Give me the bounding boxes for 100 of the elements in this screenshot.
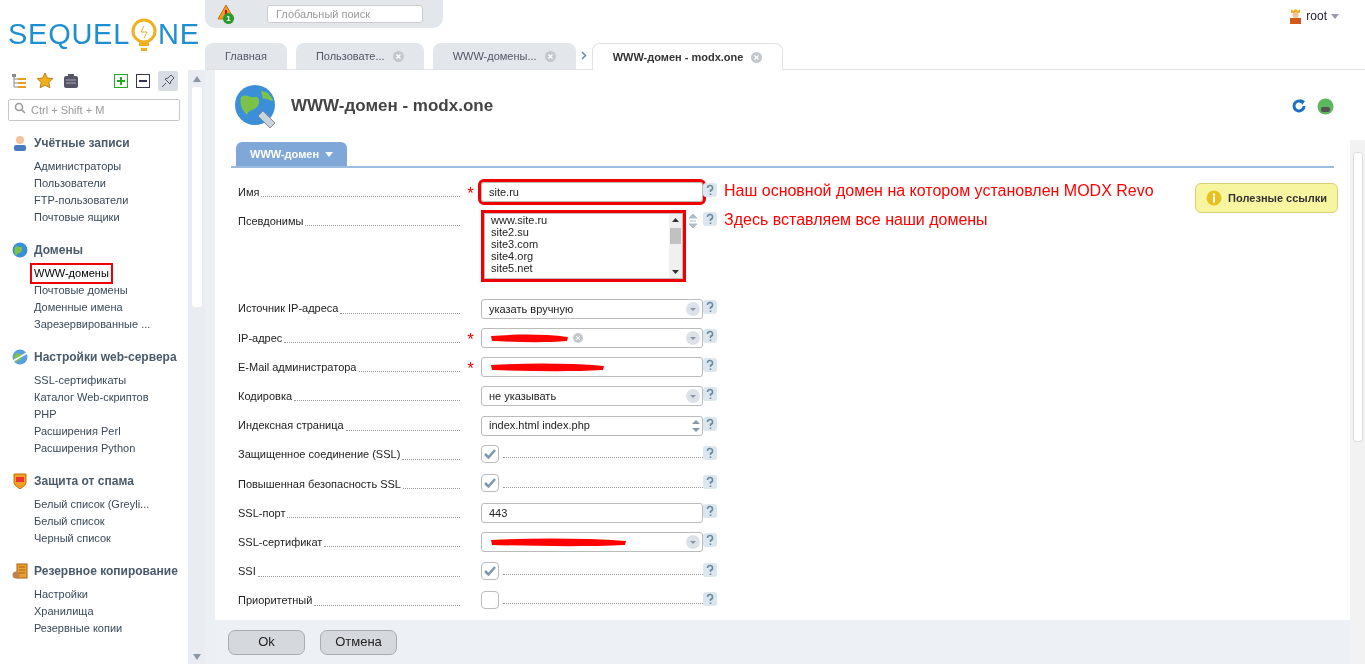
- section-title: Защита от спама: [34, 473, 134, 490]
- resize-icon[interactable]: [689, 214, 697, 229]
- sidebar-item[interactable]: WWW-домены: [32, 265, 111, 282]
- star-icon[interactable]: [36, 72, 54, 90]
- dropdown-icon[interactable]: [686, 535, 700, 550]
- annotation-text: Наш основной домен на котором установлен MODX Revo: [724, 183, 1154, 199]
- info-icon: [1206, 190, 1223, 206]
- light-bulb-icon: [131, 18, 157, 52]
- globe-link-icon[interactable]: [1317, 97, 1334, 115]
- global-search-field[interactable]: Глобальный поиск: [267, 5, 423, 23]
- sidebar-item[interactable]: Расширения Python: [32, 440, 138, 457]
- sidebar-scrollbar[interactable]: [188, 70, 205, 664]
- dropdown-field[interactable]: [481, 532, 703, 553]
- help-icon[interactable]: [703, 591, 717, 606]
- logo-text: NE: [158, 17, 200, 53]
- remove-tag-icon[interactable]: [573, 333, 583, 343]
- scroll-thumb[interactable]: [1352, 152, 1363, 442]
- help-icon[interactable]: [703, 533, 717, 548]
- help-icon[interactable]: [703, 212, 717, 227]
- expand-icon[interactable]: [114, 74, 128, 88]
- scroll-thumb[interactable]: [670, 228, 681, 245]
- scroll-up-icon[interactable]: [672, 218, 679, 223]
- sidebar-item[interactable]: Администраторы: [32, 158, 124, 175]
- help-icon[interactable]: [703, 299, 717, 314]
- help-icon[interactable]: [703, 358, 717, 373]
- dropdown-field[interactable]: не указывать: [481, 386, 703, 407]
- sidebar-item[interactable]: PHP: [32, 406, 59, 423]
- checkbox[interactable]: [481, 590, 499, 609]
- alias-list-field[interactable]: www.site.ru site2.su site3.com site4.org site5.net: [484, 213, 683, 280]
- tab[interactable]: WWW-домены...: [432, 43, 576, 69]
- help-icon[interactable]: [703, 504, 717, 519]
- user-icon: [1289, 8, 1303, 24]
- tab[interactable]: Пользовате...: [295, 43, 424, 69]
- annotation-text: Здесь вставляем все наши домены: [724, 212, 988, 229]
- help-icon[interactable]: [703, 387, 717, 402]
- tree-icon[interactable]: [10, 72, 28, 90]
- clipboard-icon[interactable]: [62, 72, 80, 90]
- sidebar-item[interactable]: FTP-пользователи: [32, 192, 131, 209]
- collapse-icon[interactable]: [136, 74, 150, 88]
- help-icon[interactable]: [703, 562, 717, 577]
- sidebar-item[interactable]: Белый список (Greyli...: [32, 496, 152, 513]
- list-line: site5.net: [491, 262, 534, 275]
- help-icon[interactable]: [703, 329, 717, 343]
- globe-icon: [12, 242, 28, 258]
- field-label: Имя: [238, 184, 260, 200]
- refresh-icon[interactable]: [1291, 98, 1307, 114]
- text-field[interactable]: site.ru: [481, 182, 703, 202]
- sidebar-item[interactable]: Черный список: [32, 530, 113, 547]
- sidebar-item[interactable]: Расширения Perl: [32, 423, 123, 440]
- dialog-button[interactable]: Отмена: [320, 629, 397, 655]
- sidebar-item[interactable]: Хранилища: [32, 603, 96, 620]
- sidebar-item[interactable]: Зарезервированные ...: [32, 316, 153, 333]
- checkbox[interactable]: [481, 444, 499, 463]
- help-icon[interactable]: [703, 183, 717, 197]
- sidebar-item[interactable]: Почтовые ящики: [32, 209, 122, 226]
- search-field[interactable]: Ctrl + Shift + M: [8, 99, 180, 121]
- sidebar-item[interactable]: Пользователи: [32, 175, 108, 192]
- content-scrollbar[interactable]: [1350, 140, 1365, 664]
- checkbox[interactable]: [481, 561, 499, 580]
- pin-icon[interactable]: [158, 71, 178, 91]
- help-icon[interactable]: [703, 475, 717, 489]
- sidebar-item[interactable]: Почтовые домены: [32, 282, 130, 299]
- logo-text: SEQUEL: [8, 17, 130, 53]
- tab[interactable]: Главная: [205, 43, 287, 69]
- close-icon[interactable]: [392, 50, 404, 62]
- dropdown-icon[interactable]: [686, 301, 700, 316]
- close-icon[interactable]: [544, 50, 556, 62]
- sidebar-item[interactable]: Резервные копии: [32, 620, 125, 637]
- list-scrollbar[interactable]: [669, 214, 682, 279]
- text-field[interactable]: [481, 357, 703, 378]
- archive-icon: [12, 563, 28, 579]
- checkbox[interactable]: [481, 474, 499, 492]
- section-title: Резервное копирование: [34, 563, 178, 580]
- field-label: Псевдонимы: [238, 213, 304, 229]
- scroll-down-icon[interactable]: [672, 270, 679, 275]
- tag-select-field[interactable]: [481, 328, 703, 348]
- section-title: Домены: [34, 242, 83, 259]
- sidebar-item[interactable]: Настройки: [32, 586, 90, 603]
- spinner-field[interactable]: index.html index.php: [481, 415, 703, 436]
- help-icon[interactable]: [703, 416, 717, 431]
- spinner-arrows-icon[interactable]: [692, 419, 700, 432]
- sidebar-item[interactable]: Белый список: [32, 513, 107, 530]
- useful-links-button[interactable]: Полезные ссылки: [1195, 183, 1338, 213]
- close-icon[interactable]: [751, 51, 763, 63]
- user-menu[interactable]: root: [1289, 7, 1339, 25]
- dialog-button[interactable]: Ok: [228, 629, 305, 655]
- sidebar-item[interactable]: Доменные имена: [32, 299, 125, 316]
- dropdown-field[interactable]: указать вручную: [481, 298, 703, 319]
- list-line: site4.org: [491, 250, 535, 263]
- sidebar-item[interactable]: Каталог Web-скриптов: [32, 389, 151, 406]
- sidebar-item[interactable]: SSL-сертификаты: [32, 372, 129, 389]
- user-icon: [12, 135, 28, 151]
- text-field[interactable]: 443: [481, 503, 703, 524]
- dropdown-icon[interactable]: [686, 389, 700, 404]
- list-line: site2.su: [491, 226, 530, 239]
- field-label: Приоритетный: [238, 593, 313, 609]
- dropdown-icon[interactable]: [686, 331, 700, 345]
- tab[interactable]: WWW-домен - modx.one: [591, 43, 784, 70]
- search-icon: [14, 102, 26, 114]
- help-icon[interactable]: [703, 445, 717, 460]
